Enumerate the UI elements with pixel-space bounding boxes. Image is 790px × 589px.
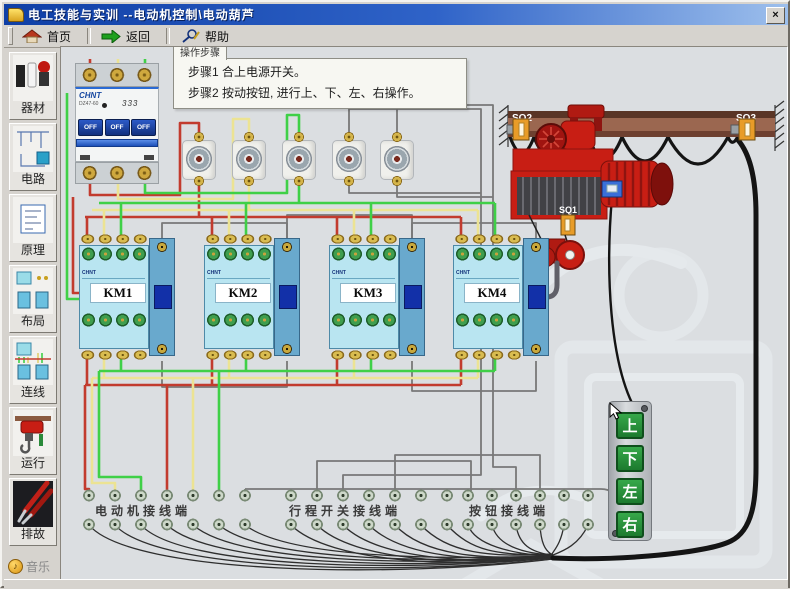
contactor-km3: CHNT KM3 — [329, 232, 425, 362]
sidebar-item-equipment[interactable]: 器材 — [9, 52, 57, 120]
sq1-label: SQ1 — [559, 205, 577, 215]
run-hoist-icon — [13, 410, 53, 456]
motor-strip-top-row — [76, 489, 258, 502]
sidebar-item-circuit[interactable]: 电路 — [9, 123, 57, 191]
limit-strip-label: 行程开关接线端 — [289, 502, 401, 515]
fuse-1 — [181, 131, 217, 187]
instruction-box: 操作步骤 步骤1 合上电源开关。 步骤2 按动按钮, 进行上、下、左、右操作。 — [173, 58, 467, 109]
motor-strip-label: 电动机接线端 — [95, 502, 191, 515]
contactor-aux-block — [149, 238, 175, 356]
sidebar: 器材 电路 原理 布局 连线 运行 排故 ♪ 音乐 — [4, 48, 61, 578]
pendant-button-down[interactable]: 下 — [616, 445, 644, 472]
contactor-km2: CHNT KM2 — [204, 232, 300, 362]
circuit-breaker: CHNT DZ47-60 333 OFF OFF OFF — [75, 63, 159, 188]
contactor-km4: CHNT KM4 — [453, 232, 549, 362]
contactor-km1: CHNT KM1 — [79, 232, 175, 362]
contactor-label: KM3 — [340, 283, 396, 303]
back-arrow-icon — [101, 30, 121, 43]
breaker-switch-2[interactable]: OFF — [105, 119, 130, 136]
window-title: 电工技能与实训 --电动机控制\电动葫芦 — [28, 6, 255, 23]
circuit-icon — [13, 126, 53, 172]
title-bar: 电工技能与实训 --电动机控制\电动葫芦 × — [4, 4, 788, 25]
sidebar-item-run[interactable]: 运行 — [9, 407, 57, 475]
contactor-label: KM4 — [464, 283, 520, 303]
contactor-aux-block — [274, 238, 300, 356]
button-strip-top-row — [456, 489, 600, 502]
principle-icon — [13, 197, 53, 243]
breaker-switch-1[interactable]: OFF — [78, 119, 103, 136]
music-toggle[interactable]: ♪ 音乐 — [8, 556, 56, 576]
button-strip-label: 按钮接线端 — [469, 502, 549, 515]
pendant-control: 上 下 左 右 — [608, 401, 652, 541]
contactor-label: KM1 — [90, 283, 146, 303]
breaker-handle-bar[interactable] — [76, 139, 158, 147]
troubleshoot-icon — [13, 481, 53, 527]
close-button[interactable]: × — [766, 7, 785, 24]
toolbar-grip — [8, 27, 13, 45]
app-icon — [8, 8, 24, 22]
layout-icon — [13, 268, 53, 314]
help-magnifier-icon — [180, 29, 200, 43]
fuse-5 — [379, 131, 415, 187]
app-window: 电工技能与实训 --电动机控制\电动葫芦 × 首页 返回 帮助 器材 电路 — [0, 0, 790, 588]
equipment-icon — [13, 55, 53, 101]
breaker-test-dot — [102, 103, 107, 108]
fuse-2 — [231, 131, 267, 187]
toolbar: 首页 返回 帮助 — [4, 25, 788, 48]
limit-strip-top-row — [278, 489, 460, 502]
mouse-cursor-icon — [609, 402, 623, 420]
sq1-switch — [561, 215, 575, 235]
sidebar-item-principle[interactable]: 原理 — [9, 194, 57, 262]
home-icon — [22, 29, 42, 43]
contactor-label: KM2 — [215, 283, 271, 303]
wiring-icon — [13, 339, 53, 385]
breaker-model: DZ47-60 — [79, 101, 98, 107]
breaker-marking: 333 — [122, 99, 138, 108]
music-note-icon: ♪ — [8, 559, 23, 574]
breaker-brand: CHNT — [79, 91, 101, 100]
sidebar-item-wiring[interactable]: 连线 — [9, 336, 57, 404]
hoist-motor — [601, 161, 673, 207]
sidebar-item-layout[interactable]: 布局 — [9, 265, 57, 333]
limit-strip-bottom-row — [278, 518, 460, 531]
contactor-aux-block — [523, 238, 549, 356]
help-button[interactable]: 帮助 — [176, 27, 239, 46]
simulation-canvas: SQ2 SQ3 — [60, 46, 788, 580]
button-strip-bottom-row — [456, 518, 600, 531]
instruction-tab: 操作步骤 — [173, 46, 227, 60]
back-button[interactable]: 返回 — [97, 27, 160, 46]
pendant-button-right[interactable]: 右 — [616, 511, 644, 538]
breaker-top-terminals — [75, 63, 159, 87]
toolbar-separator — [166, 28, 170, 44]
pendant-button-left[interactable]: 左 — [616, 478, 644, 505]
breaker-bottom-terminals — [75, 162, 159, 184]
fuse-4 — [331, 131, 367, 187]
motor-strip-bottom-row — [76, 518, 258, 531]
home-button[interactable]: 首页 — [18, 27, 81, 46]
toolbar-separator — [87, 28, 91, 44]
step-1: 步骤1 合上电源开关。 — [188, 63, 466, 80]
fuse-3 — [281, 131, 317, 187]
breaker-switch-3[interactable]: OFF — [131, 119, 156, 136]
step-2: 步骤2 按动按钮, 进行上、下、左、右操作。 — [188, 84, 466, 101]
sidebar-item-troubleshoot[interactable]: 排故 — [9, 478, 57, 546]
contactor-aux-block — [399, 238, 425, 356]
